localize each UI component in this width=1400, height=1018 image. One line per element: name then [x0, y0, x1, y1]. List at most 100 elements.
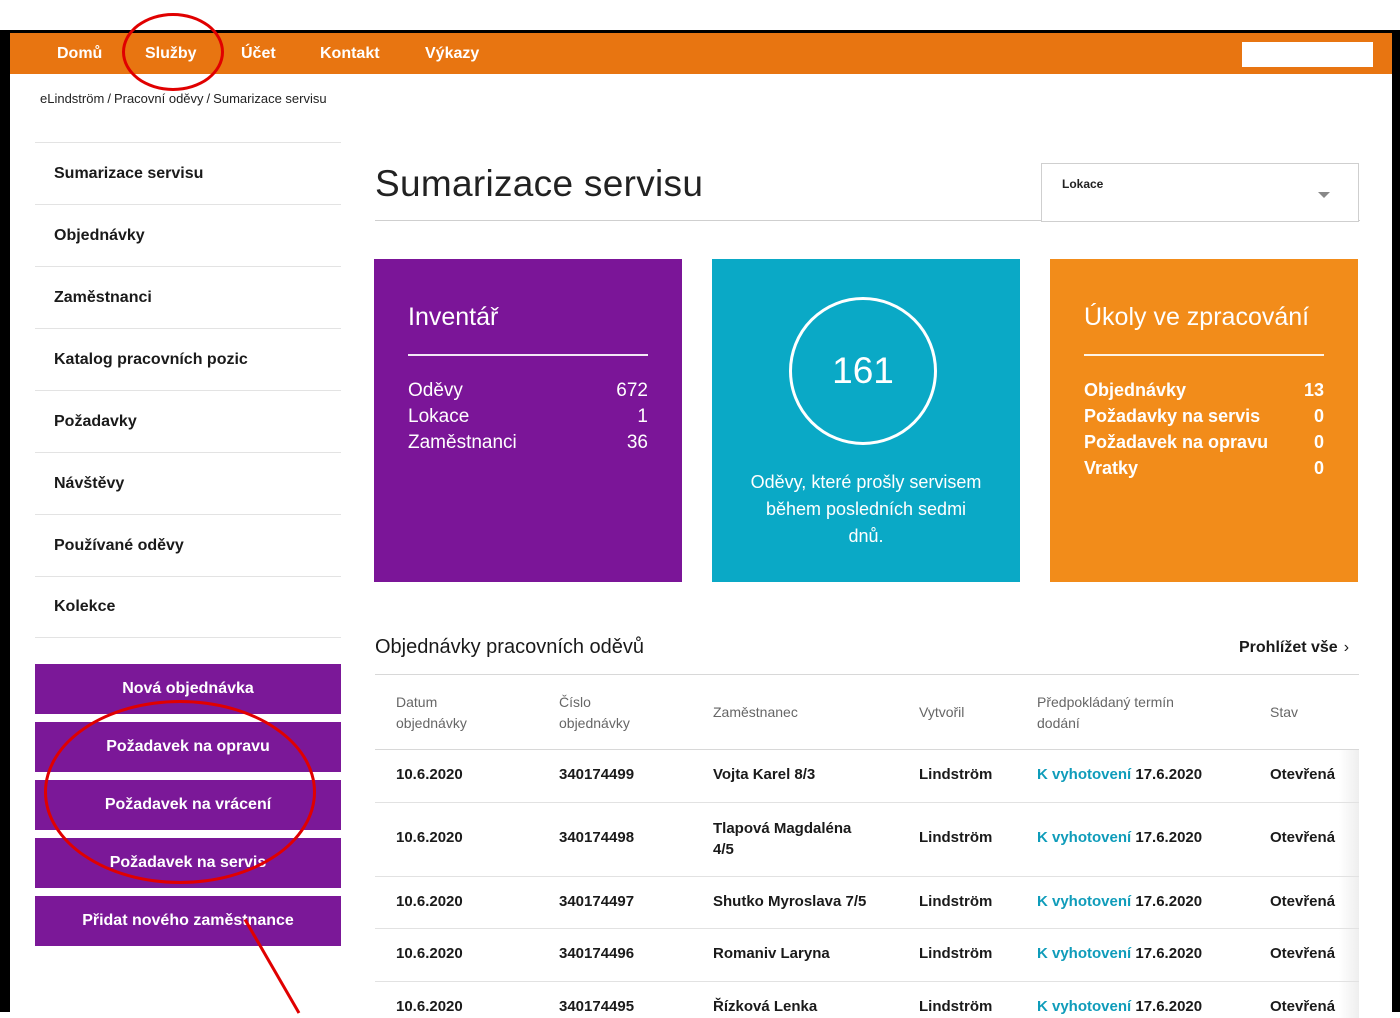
repair-request-button[interactable]: Požadavek na opravu — [35, 722, 341, 772]
delivery-status-link[interactable]: K vyhotovení — [1037, 829, 1131, 846]
delivery-status-link[interactable]: K vyhotovení — [1037, 998, 1131, 1015]
search-input[interactable] — [1242, 42, 1373, 67]
order-date: 10.6.2020 — [396, 829, 463, 846]
divider — [1084, 354, 1324, 356]
sidebar-item-used-garments[interactable]: Používané oděvy — [35, 514, 341, 576]
task-row[interactable]: Objednávky 13 — [1084, 380, 1324, 401]
row-edge-shadow — [1339, 750, 1359, 802]
order-date: 10.6.2020 — [396, 893, 463, 910]
row-edge-shadow — [1339, 877, 1359, 928]
delivery-date: 17.6.2020 — [1135, 829, 1203, 846]
delivery-cell: K vyhotovení 17.6.2020 — [1037, 893, 1202, 910]
nav-account[interactable]: Účet — [241, 45, 276, 63]
sidebar-item-requests[interactable]: Požadavky — [35, 390, 341, 452]
employee-name: Romaniv Laryna — [713, 945, 830, 962]
browse-all-label: Prohlížet vše — [1239, 639, 1338, 656]
task-row[interactable]: Vratky 0 — [1084, 458, 1324, 479]
sidebar-item-orders[interactable]: Objednávky — [35, 204, 341, 266]
created-by: Lindström — [919, 945, 993, 962]
table-row[interactable]: 10.6.2020 340174499 Vojta Karel 8/3 Lind… — [375, 750, 1359, 803]
stat-label: Zaměstnanci — [408, 432, 517, 453]
breadcrumb-root[interactable]: eLindström — [40, 91, 104, 106]
breadcrumb: eLindström / Pracovní oděvy / Sumarizace ser… — [40, 91, 330, 106]
serviced-count: 161 — [832, 350, 894, 391]
location-label: Lokace — [1062, 177, 1104, 191]
delivery-date: 17.6.2020 — [1135, 945, 1203, 962]
stat-label: Požadavky na servis — [1084, 406, 1261, 426]
delivery-date: 17.6.2020 — [1135, 766, 1203, 783]
delivery-status-link[interactable]: K vyhotovení — [1037, 766, 1131, 783]
browse-all-link[interactable]: Prohlížet vše › — [1239, 639, 1349, 657]
breadcrumb-current: Sumarizace servisu — [213, 91, 327, 106]
stat-value: 13 — [1303, 380, 1324, 400]
column-header-employee[interactable]: Zaměstnanec — [713, 702, 798, 723]
nav-services[interactable]: Služby — [145, 45, 197, 63]
delivery-status-link[interactable]: K vyhotovení — [1037, 893, 1131, 910]
sidebar-item-collections[interactable]: Kolekce — [35, 576, 341, 638]
sidebar-item-employees[interactable]: Zaměstnanci — [35, 266, 341, 328]
table-row[interactable]: 10.6.2020 340174497 Shutko Myroslava 7/5… — [375, 877, 1359, 929]
created-by: Lindström — [919, 829, 993, 846]
order-status: Otevřená — [1270, 829, 1336, 846]
table-row[interactable]: 10.6.2020 340174498 Tlapová Magdaléna 4/5… — [375, 803, 1359, 877]
table-row[interactable]: 10.6.2020 340174496 Romaniv Laryna Linds… — [375, 929, 1359, 982]
return-request-button[interactable]: Požadavek na vrácení — [35, 780, 341, 830]
sidebar-item-visits[interactable]: Návštěvy — [35, 452, 341, 514]
order-status: Otevřená — [1270, 945, 1336, 962]
column-header-number[interactable]: Číslo objednávky — [559, 692, 630, 734]
employee-name: Řízková Lenka — [713, 998, 818, 1015]
order-date: 10.6.2020 — [396, 998, 463, 1015]
orders-table: Datum objednávky Číslo objednávky Zaměstna… — [375, 674, 1359, 1018]
add-employee-button[interactable]: Přidat nového zaměstnance — [35, 896, 341, 946]
breadcrumb-workwear[interactable]: Pracovní oděvy — [114, 91, 204, 106]
order-status: Otevřená — [1270, 766, 1336, 783]
divider — [408, 354, 648, 356]
chevron-down-icon — [1318, 192, 1330, 198]
caption-line: během posledních sedmi — [765, 499, 967, 519]
inventory-row: Oděvy 672 — [408, 380, 648, 402]
column-header-delivery[interactable]: Předpokládaný termín dodání — [1037, 692, 1174, 734]
task-row[interactable]: Požadavky na servis 0 — [1084, 406, 1324, 427]
task-row[interactable]: Požadavek na opravu 0 — [1084, 432, 1324, 453]
new-order-button[interactable]: Nová objednávka — [35, 664, 341, 714]
delivery-status-link[interactable]: K vyhotovení — [1037, 945, 1131, 962]
order-number[interactable]: 340174499 — [559, 766, 634, 783]
delivery-cell: K vyhotovení 17.6.2020 — [1037, 998, 1202, 1015]
order-number[interactable]: 340174495 — [559, 998, 634, 1015]
stat-value: 0 — [1313, 458, 1324, 478]
sidebar-item-job-catalog[interactable]: Katalog pracovních pozic — [35, 328, 341, 390]
column-header-created-by[interactable]: Vytvořil — [919, 702, 964, 723]
nav-home[interactable]: Domů — [57, 45, 102, 63]
service-request-button[interactable]: Požadavek na servis — [35, 838, 341, 888]
created-by: Lindström — [919, 766, 993, 783]
location-value-redacted — [1062, 194, 1247, 204]
sidebar-item-service-summary[interactable]: Sumarizace servisu — [35, 142, 341, 204]
location-select[interactable]: Lokace — [1041, 163, 1359, 222]
sidebar-menu: Sumarizace servisu Objednávky Zaměstnanc… — [35, 142, 341, 638]
tasks-title: Úkoly ve zpracování — [1084, 303, 1310, 331]
stat-label: Vratky — [1084, 458, 1139, 478]
breadcrumb-separator: / — [206, 91, 211, 106]
nav-reports[interactable]: Výkazy — [425, 45, 479, 63]
top-navigation-bar: Domů Služby Účet Kontakt Výkazy — [10, 30, 1392, 74]
row-edge-shadow — [1339, 803, 1359, 876]
screenshot-margin-top — [0, 0, 1400, 30]
employee-name: Shutko Myroslava 7/5 — [713, 893, 867, 910]
tasks-in-progress-card: Úkoly ve zpracování Objednávky 13 Požada… — [1050, 259, 1358, 582]
serviced-garments-card: 161 Oděvy, které prošly servisem během p… — [712, 259, 1020, 582]
column-header-date[interactable]: Datum objednávky — [396, 692, 467, 734]
delivery-cell: K vyhotovení 17.6.2020 — [1037, 945, 1202, 962]
screenshot-border-right — [1392, 30, 1400, 1012]
stat-value: 0 — [1313, 432, 1324, 452]
delivery-date: 17.6.2020 — [1135, 893, 1203, 910]
inventory-row: Lokace 1 — [408, 406, 648, 428]
order-number[interactable]: 340174497 — [559, 893, 634, 910]
table-row[interactable]: 10.6.2020 340174495 Řízková Lenka Lindst… — [375, 982, 1359, 1018]
column-header-status[interactable]: Stav — [1270, 702, 1298, 723]
order-number[interactable]: 340174496 — [559, 945, 634, 962]
order-number[interactable]: 340174498 — [559, 829, 634, 846]
delivery-date: 17.6.2020 — [1135, 998, 1203, 1015]
stat-value: 1 — [637, 406, 648, 427]
nav-contact[interactable]: Kontakt — [320, 45, 380, 63]
delivery-cell: K vyhotovení 17.6.2020 — [1037, 829, 1202, 846]
